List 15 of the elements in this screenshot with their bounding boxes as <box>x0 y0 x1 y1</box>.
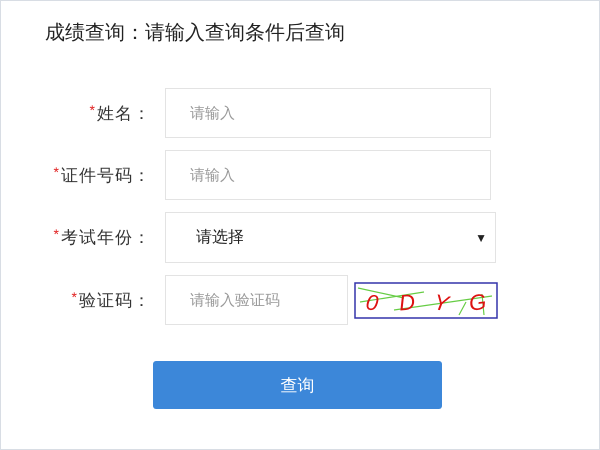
page-title: 成绩查询：请输入查询条件后查询 <box>44 21 346 46</box>
captcha-image[interactable]: 0 D Y G <box>354 282 498 318</box>
required-mark: * <box>54 164 60 180</box>
field-label: 姓名： <box>97 104 151 122</box>
field-label: 证件号码： <box>61 166 151 184</box>
required-mark: * <box>90 102 96 118</box>
required-mark: * <box>54 226 60 242</box>
query-button[interactable]: 查询 <box>153 361 442 409</box>
required-mark: * <box>72 288 78 304</box>
input-field[interactable]: 请输入 <box>165 150 491 200</box>
field-label: 考试年份： <box>61 228 151 247</box>
input-field[interactable]: 请输入 <box>165 88 491 138</box>
field-label: 验证码： <box>79 290 151 310</box>
captcha-field[interactable]: 请输入验证码 <box>165 275 348 325</box>
year-dropdown[interactable]: 请选择 ▼ <box>165 212 496 263</box>
